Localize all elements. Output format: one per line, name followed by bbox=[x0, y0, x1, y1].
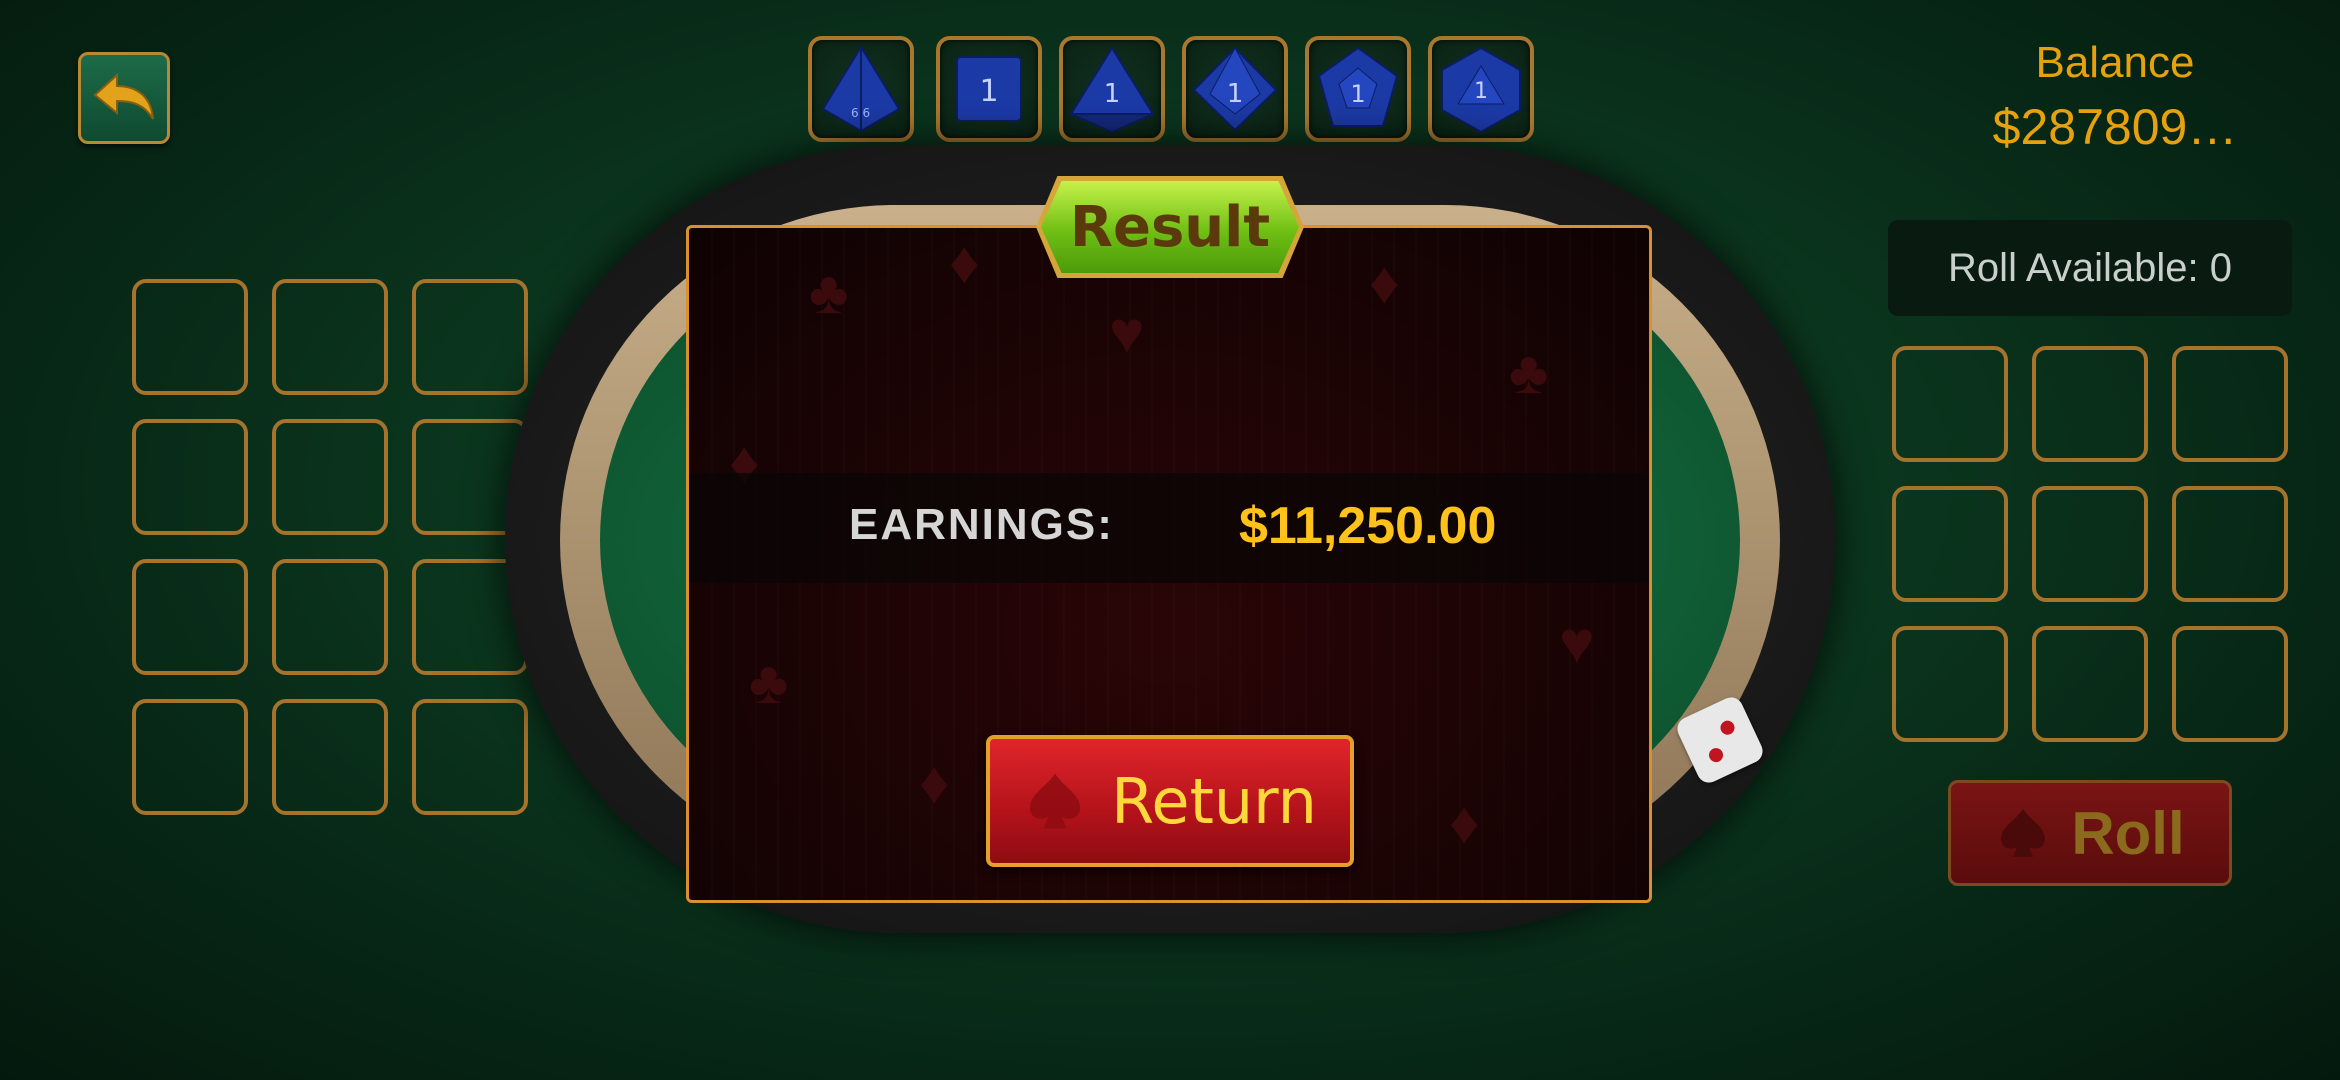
svg-text:1: 1 bbox=[1104, 79, 1121, 109]
left-bet-slot[interactable] bbox=[272, 559, 388, 675]
right-bet-slot[interactable] bbox=[2032, 626, 2148, 742]
roll-available-indicator: Roll Available: 0 bbox=[1888, 220, 2292, 316]
dice-slot-d6[interactable]: 1 bbox=[936, 36, 1042, 142]
left-bet-slot[interactable] bbox=[132, 419, 248, 535]
d12-dice-icon: 1 bbox=[1317, 46, 1399, 127]
roll-button[interactable]: Roll bbox=[1948, 780, 2232, 886]
left-bet-slot[interactable] bbox=[272, 699, 388, 815]
left-bet-slot[interactable] bbox=[272, 279, 388, 395]
left-bet-slot[interactable] bbox=[132, 559, 248, 675]
roll-button-label: Roll bbox=[2071, 799, 2185, 867]
svg-text:1: 1 bbox=[1227, 79, 1244, 109]
left-bet-slot[interactable] bbox=[132, 279, 248, 395]
right-bet-slot[interactable] bbox=[1892, 346, 2008, 462]
right-bet-slot[interactable] bbox=[2172, 626, 2288, 742]
svg-text:1: 1 bbox=[979, 74, 998, 109]
result-title-badge: Result bbox=[1041, 181, 1299, 273]
d4-dice-icon: 6 6 bbox=[821, 45, 901, 133]
right-bet-slot[interactable] bbox=[1892, 626, 2008, 742]
d8-dice-icon: 1 bbox=[1069, 46, 1155, 134]
left-bet-slot[interactable] bbox=[412, 699, 528, 815]
right-bet-slot[interactable] bbox=[2172, 486, 2288, 602]
earnings-value: $11,250.00 bbox=[1239, 497, 1497, 555]
balance-value: $287809… bbox=[1992, 99, 2238, 155]
back-button[interactable] bbox=[78, 52, 170, 144]
return-button[interactable]: Return bbox=[986, 735, 1354, 867]
right-bet-slot[interactable] bbox=[1892, 486, 2008, 602]
dice-slot-d4[interactable]: 6 6 bbox=[808, 36, 914, 142]
svg-text:1: 1 bbox=[1350, 80, 1365, 108]
dice-slot-d8[interactable]: 1 bbox=[1059, 36, 1165, 142]
dice-slot-d12[interactable]: 1 bbox=[1305, 36, 1411, 142]
earnings-band bbox=[689, 473, 1649, 583]
left-bet-slot[interactable] bbox=[132, 699, 248, 815]
spade-icon bbox=[2001, 809, 2046, 857]
back-arrow-icon bbox=[93, 73, 154, 120]
right-bet-slot[interactable] bbox=[2032, 486, 2148, 602]
svg-text:1: 1 bbox=[1474, 79, 1488, 104]
right-bet-slot[interactable] bbox=[2032, 346, 2148, 462]
dice-slot-d20[interactable]: 1 bbox=[1428, 36, 1534, 142]
d6-dice-icon: 1 bbox=[956, 56, 1022, 122]
earnings-label: EARNINGS: bbox=[849, 500, 1114, 549]
svg-text:6 6: 6 6 bbox=[851, 106, 870, 120]
result-title: Result bbox=[1069, 194, 1271, 260]
right-bet-slot[interactable] bbox=[2172, 346, 2288, 462]
d10-dice-icon: 1 bbox=[1192, 46, 1278, 132]
d20-dice-icon: 1 bbox=[1441, 46, 1521, 134]
balance-label: Balance bbox=[2035, 38, 2195, 87]
spade-icon bbox=[1029, 773, 1081, 829]
left-bet-slot[interactable] bbox=[412, 279, 528, 395]
left-bet-slot[interactable] bbox=[272, 419, 388, 535]
return-button-label: Return bbox=[1111, 764, 1317, 838]
dice-slot-d10[interactable]: 1 bbox=[1182, 36, 1288, 142]
